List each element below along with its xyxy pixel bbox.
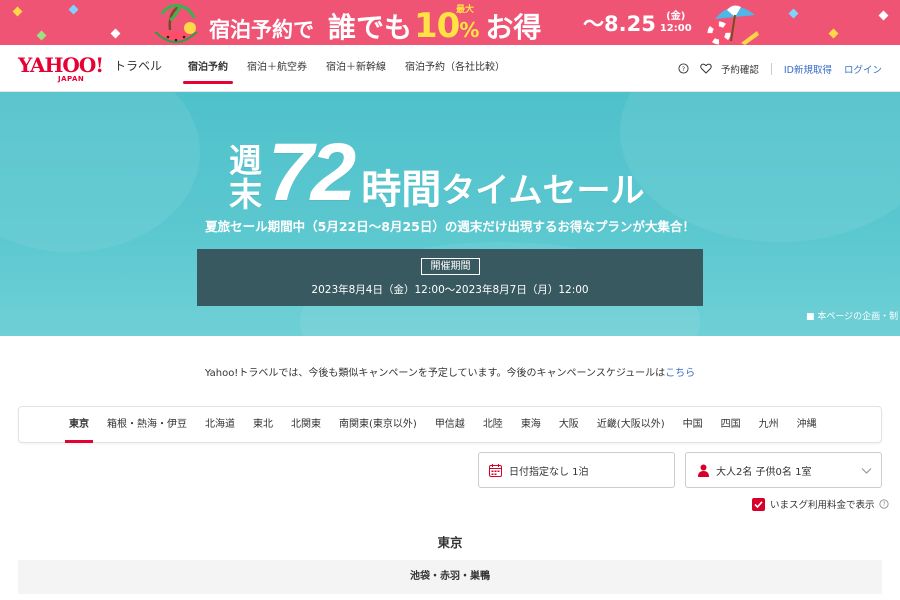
main-nav: 宿泊予約 宿泊＋航空券 宿泊＋新幹線 宿泊予約（各社比較） [183, 45, 519, 92]
promo-discount: 10 [414, 6, 460, 45]
logo-service: トラベル [114, 59, 163, 73]
promo-banner[interactable]: 宿泊予約で 誰でも 10 % 最大 お得 ～8.25 (金) 12:00 [0, 0, 900, 45]
help-circle-icon[interactable]: ? [677, 62, 691, 76]
promo-deadline: ～8.25 (金) 12:00 [583, 8, 692, 38]
confetti-icon [828, 28, 839, 39]
date-value: 日付指定なし 1泊 [509, 466, 589, 478]
confetti-icon [12, 6, 23, 17]
tab-hokkaido[interactable]: 北海道 [205, 407, 235, 442]
event-period-box: 開催期間 2023年8月4日（金）12:00～2023年8月7日（月）12:00 [197, 249, 703, 306]
tab-kinki[interactable]: 近畿(大阪以外) [597, 407, 665, 442]
checkmark-icon [754, 500, 763, 508]
period-value: 2023年8月4日（金）12:00～2023年8月7日（月）12:00 [311, 284, 589, 296]
realtime-price-label[interactable]: いまスグ利用料金で表示 [770, 497, 875, 511]
site-header: YAHOO! JAPAN トラベル 宿泊予約 宿泊＋航空券 宿泊＋新幹線 宿泊予… [0, 45, 900, 92]
area-header[interactable]: 池袋・赤羽・巣鴨 [18, 560, 882, 594]
confetti-icon [878, 10, 889, 21]
promo-percent: % [459, 18, 480, 42]
hero-banner: 週 末 72 時間 タイムセール 夏旅セール期間中（5月22日～8月25日）の週… [0, 92, 900, 336]
logo-japan: JAPAN [58, 75, 85, 83]
tab-chugoku[interactable]: 中国 [683, 407, 703, 442]
reservation-check-link[interactable]: 予約確認 [721, 62, 759, 76]
campaign-info: Yahoo!トラベルでは、今後も類似キャンペーンを予定しています。今後のキャンペ… [0, 364, 900, 379]
promo-weekday: (金) [666, 11, 686, 22]
hero-title-weekend-1: 週 [229, 141, 262, 180]
realtime-price-checkbox[interactable] [752, 497, 765, 511]
hero-title: 週 末 72 時間 タイムセール [229, 124, 645, 214]
tab-tohoku[interactable]: 東北 [253, 407, 273, 442]
nav-item-hotel-air[interactable]: 宿泊＋航空券 [242, 45, 312, 92]
register-link[interactable]: ID新規取得 [784, 62, 832, 76]
confetti-icon [110, 28, 121, 39]
beach-parasol-icon [707, 5, 759, 45]
campaign-schedule-link[interactable]: こちら [665, 368, 695, 379]
header-divider [770, 62, 772, 75]
hero-title-sale: タイムセール [441, 171, 645, 211]
chevron-down-icon [861, 468, 872, 474]
guest-value: 大人2名 子供0名 1室 [716, 466, 812, 478]
promo-headline: 宿泊予約で 誰でも 10 % 最大 お得 [209, 5, 541, 45]
calendar-icon [489, 463, 502, 477]
hero-title-hours: 時間 [361, 167, 442, 213]
confetti-icon [36, 30, 47, 41]
tab-hokuriku[interactable]: 北陸 [483, 407, 503, 442]
tab-okinawa[interactable]: 沖縄 [797, 407, 817, 442]
svg-text:?: ? [882, 502, 885, 508]
confetti-icon [68, 4, 79, 15]
nav-item-hotel[interactable]: 宿泊予約 [183, 45, 233, 92]
promo-text-3: お得 [485, 11, 542, 44]
tab-shikoku[interactable]: 四国 [721, 407, 741, 442]
tab-osaka[interactable]: 大阪 [559, 407, 579, 442]
campaign-info-text: Yahoo!トラベルでは、今後も類似キャンペーンを予定しています。今後のキャンペ… [204, 368, 666, 379]
promo-time: 12:00 [659, 23, 692, 34]
nav-item-hotel-shinkansen[interactable]: 宿泊＋新幹線 [321, 45, 391, 92]
tab-hakone-atami-izu[interactable]: 箱根・熱海・伊豆 [107, 407, 187, 442]
hero-title-weekend-2: 末 [229, 175, 262, 214]
tab-tokai[interactable]: 東海 [521, 407, 541, 442]
realtime-price-option: いまスグ利用料金で表示 ? [752, 497, 889, 511]
tab-minami-kanto[interactable]: 南関東(東京以外) [339, 407, 417, 442]
tab-kyushu[interactable]: 九州 [759, 407, 779, 442]
region-tabs: 東京 箱根・熱海・伊豆 北海道 東北 北関東 南関東(東京以外) 甲信越 北陸 … [18, 406, 882, 443]
person-icon [698, 464, 709, 477]
promo-max-label: 最大 [456, 5, 475, 15]
hero-subtitle: 夏旅セール期間中（5月22日～8月25日）の週末だけ出現するお得なプランが大集合… [205, 219, 695, 234]
help-circle-icon[interactable]: ? [878, 499, 889, 509]
yahoo-travel-logo[interactable]: YAHOO! JAPAN トラベル [18, 53, 168, 83]
date-selector[interactable]: 日付指定なし 1泊 [478, 452, 675, 488]
tab-kita-kanto[interactable]: 北関東 [291, 407, 321, 442]
login-link[interactable]: ログイン [844, 62, 882, 76]
hero-note: ■ 本ページの企画・制 [806, 312, 899, 322]
heart-icon[interactable] [699, 62, 713, 76]
promo-text-2: 誰でも [328, 11, 413, 44]
section-title: 東京 [437, 535, 463, 550]
period-label: 開催期間 [421, 258, 480, 275]
watermelon-icon [154, 4, 198, 43]
promo-text-1: 宿泊予約で [209, 18, 314, 42]
guest-selector[interactable]: 大人2名 子供0名 1室 [685, 452, 882, 488]
hero-title-number: 72 [268, 127, 356, 218]
confetti-icon [788, 8, 799, 19]
svg-text:?: ? [682, 65, 685, 73]
logo-yahoo: YAHOO! [18, 53, 104, 77]
nav-item-hotel-compare[interactable]: 宿泊予約（各社比較） [400, 45, 510, 92]
promo-date: ～8.25 [583, 12, 656, 36]
tab-tokyo[interactable]: 東京 [65, 407, 93, 443]
header-actions: ? 予約確認 ID新規取得 ログイン [677, 45, 882, 92]
tab-koshinetsu[interactable]: 甲信越 [435, 407, 465, 442]
